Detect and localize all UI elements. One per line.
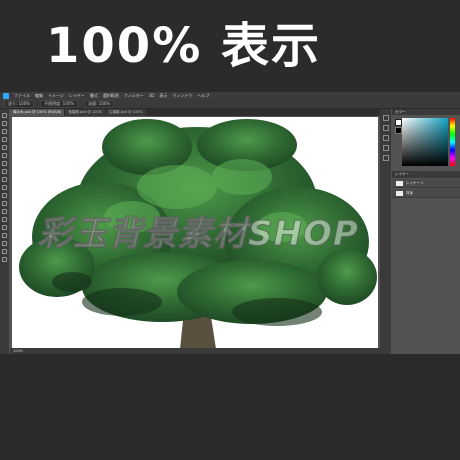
type-tool-icon[interactable]	[2, 225, 7, 230]
properties-panel-icon[interactable]	[382, 125, 389, 131]
document-tab[interactable]: 広葉樹.psd @ 100%	[106, 109, 146, 116]
menu-bar: ファイル 編集 イメージ レイヤー 書式 選択範囲 フィルター 3D 表示 ウィ…	[0, 92, 460, 100]
headline-title: 100% 表示	[46, 18, 322, 74]
gradient-tool-icon[interactable]	[2, 193, 7, 198]
path-select-tool-icon[interactable]	[2, 233, 7, 238]
layer-name: 背景	[406, 191, 413, 195]
photoshop-window: ファイル 編集 イメージ レイヤー 書式 選択範囲 フィルター 3D 表示 ウィ…	[0, 92, 460, 354]
menu-item-type[interactable]: 書式	[90, 92, 98, 100]
menu-item-help[interactable]: ヘルプ	[197, 92, 209, 100]
brush-tool-icon[interactable]	[2, 161, 7, 166]
foreground-color-swatch[interactable]	[395, 119, 402, 126]
healing-tool-icon[interactable]	[2, 153, 7, 158]
marquee-tool-icon[interactable]	[2, 121, 7, 126]
menu-item-edit[interactable]: 編集	[35, 92, 43, 100]
document-tab[interactable]: 落葉樹.psd @ 100%	[65, 109, 106, 116]
document-tabs: 緑の木.psd @ 100% (RGB/8) 落葉樹.psd @ 100% 広葉…	[10, 109, 380, 116]
layer-name: レイヤー 1	[406, 181, 424, 185]
panel-icon-strip	[380, 109, 391, 354]
options-bar: 塗り: 100% 不透明度: 100% 流量: 100%	[0, 100, 460, 109]
tree-canopy	[19, 119, 377, 324]
menu-item-select[interactable]: 選択範囲	[103, 92, 119, 100]
background-color-swatch[interactable]	[395, 127, 402, 134]
shape-tool-icon[interactable]	[2, 241, 7, 246]
history-brush-icon[interactable]	[2, 177, 7, 182]
menu-item-view[interactable]: 表示	[159, 92, 167, 100]
zoom-tool-icon[interactable]	[2, 257, 7, 262]
right-panels: カラー レイヤー レイヤー 1 背景	[392, 109, 460, 354]
bottom-area	[0, 354, 460, 460]
document-canvas[interactable]	[12, 117, 378, 349]
menu-item-window[interactable]: ウィンドウ	[172, 92, 192, 100]
history-panel-icon[interactable]	[382, 115, 389, 121]
menu-item-file[interactable]: ファイル	[14, 92, 30, 100]
menu-item-layer[interactable]: レイヤー	[69, 92, 85, 100]
pen-tool-icon[interactable]	[2, 217, 7, 222]
layers-panel-header[interactable]: レイヤー	[392, 171, 460, 178]
option-fill[interactable]: 塗り: 100%	[4, 100, 35, 108]
tree-image	[19, 119, 377, 349]
brush-panel-icon[interactable]	[382, 135, 389, 141]
dodge-tool-icon[interactable]	[2, 209, 7, 214]
color-panel-header[interactable]: カラー	[392, 109, 460, 115]
option-opacity[interactable]: 不透明度: 100%	[40, 100, 79, 108]
eraser-tool-icon[interactable]	[2, 185, 7, 190]
lasso-tool-icon[interactable]	[2, 129, 7, 134]
option-flow[interactable]: 流量: 100%	[84, 100, 115, 108]
photoshop-logo-icon	[3, 93, 9, 99]
document-tab[interactable]: 緑の木.psd @ 100% (RGB/8)	[10, 109, 65, 116]
character-panel-icon[interactable]	[382, 145, 389, 151]
blur-tool-icon[interactable]	[2, 201, 7, 206]
stamp-tool-icon[interactable]	[2, 169, 7, 174]
layer-row[interactable]: レイヤー 1	[392, 179, 460, 188]
paragraph-panel-icon[interactable]	[382, 155, 389, 161]
menu-item-3d[interactable]: 3D	[149, 92, 155, 100]
menu-item-filter[interactable]: フィルター	[124, 92, 144, 100]
layer-thumbnail	[396, 191, 403, 196]
toolbox	[0, 109, 9, 354]
headline-banner: 100% 表示	[0, 0, 460, 92]
crop-tool-icon[interactable]	[2, 137, 7, 142]
color-picker-field[interactable]	[402, 118, 448, 166]
layer-row[interactable]: 背景	[392, 189, 460, 198]
layer-thumbnail	[396, 181, 403, 186]
eyedropper-tool-icon[interactable]	[2, 145, 7, 150]
hue-slider[interactable]	[450, 118, 455, 166]
menu-item-image[interactable]: イメージ	[48, 92, 64, 100]
move-tool-icon[interactable]	[2, 113, 7, 118]
hand-tool-icon[interactable]	[2, 249, 7, 254]
